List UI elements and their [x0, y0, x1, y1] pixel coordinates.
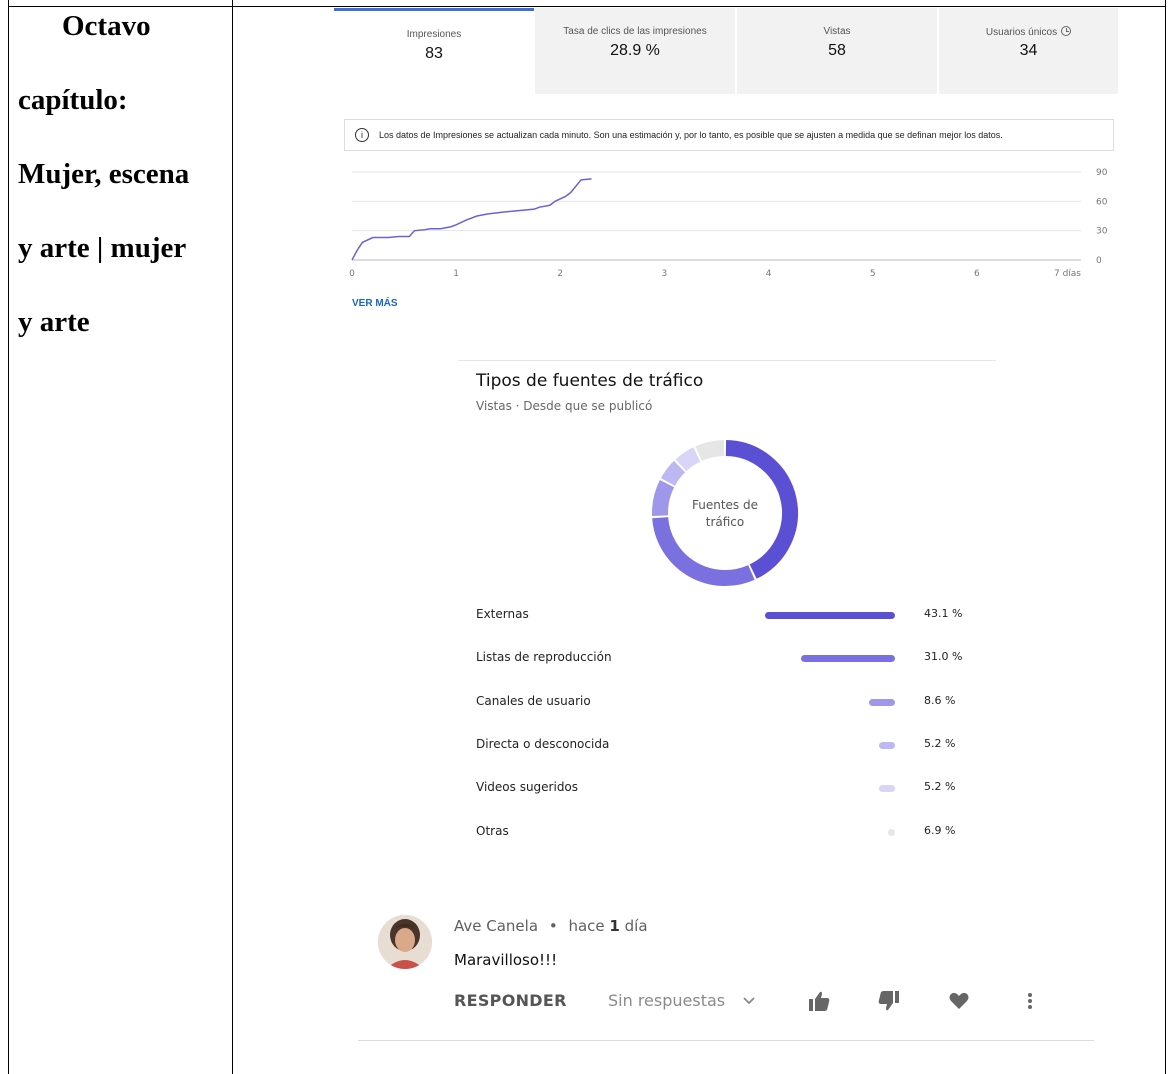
donut-center-label: Fuentes de tráfico: [676, 497, 774, 531]
comment-time[interactable]: hace 1 día: [568, 917, 647, 935]
traffic-source-row: Listas de reproducción 31.0 %: [476, 650, 966, 670]
source-name: Externas: [476, 607, 529, 621]
source-percent: 31.0 %: [924, 650, 963, 664]
info-icon: i: [355, 128, 369, 142]
tab-usuarios-unicos[interactable]: Usuarios únicos 34: [939, 8, 1118, 94]
metric-tabs: Impresiones 83 Tasa de clics de las impr…: [334, 8, 1118, 94]
comment: Ave Canela • hace 1 día Maravilloso!!! R…: [358, 912, 1098, 1052]
donut-slice: [675, 447, 701, 472]
impressions-line-chart: 0 30 60 90 0 1 2 3 4 5 6 7 días: [349, 168, 1108, 279]
time-unit: día: [624, 917, 648, 935]
x-tick-label: 0: [349, 269, 355, 279]
clock-icon: [1061, 26, 1072, 36]
x-tick-label: 1: [453, 269, 459, 279]
tab-value: 34: [1019, 42, 1038, 59]
comment-text: Maravilloso!!!: [454, 951, 558, 969]
table-border-right: [1165, 0, 1166, 1074]
x-tick-label: 3: [662, 269, 668, 279]
heart-icon[interactable]: [948, 990, 970, 1012]
more-vert-icon[interactable]: [1026, 990, 1034, 1012]
table-border-top: [8, 6, 1166, 7]
reply-button[interactable]: RESPONDER: [454, 991, 567, 1010]
source-bar: [765, 612, 895, 619]
source-bar: [879, 741, 895, 749]
see-more-link[interactable]: VER MÁS: [352, 298, 398, 309]
thumbs-up-icon[interactable]: [808, 990, 830, 1012]
thumbs-down-icon[interactable]: [878, 990, 900, 1012]
x-tick-label: 7 días: [1054, 269, 1081, 279]
comment-author[interactable]: Ave Canela: [454, 917, 538, 935]
source-name: Videos sugeridos: [476, 780, 579, 795]
impressions-notice: i Los datos de Impresiones se actualizan…: [344, 119, 1114, 151]
tab-label: Impresiones: [406, 29, 462, 40]
source-name: Otras: [476, 823, 509, 838]
tab-label: Vistas: [823, 26, 851, 37]
no-replies-toggle[interactable]: Sin respuestas: [608, 991, 725, 1010]
y-tick-label: 90: [1096, 168, 1108, 178]
tab-label: Usuarios únicos: [985, 27, 1058, 38]
source-name: Canales de usuario: [476, 693, 591, 708]
title-line-5: y arte: [18, 306, 90, 338]
source-name: Directa o desconocida: [476, 736, 610, 751]
source-bar: [869, 698, 895, 706]
x-tick-label: 4: [766, 269, 772, 279]
time-number: 1: [609, 917, 620, 935]
tab-value: 58: [828, 42, 846, 59]
avatar-image: [378, 915, 432, 969]
source-percent: 43.1 %: [924, 607, 963, 620]
x-tick-label: 6: [974, 269, 980, 279]
tab-ctr[interactable]: Tasa de clics de las impresiones 28.9 %: [535, 8, 735, 94]
source-percent: 5.2 %: [924, 736, 956, 750]
tab-impresiones[interactable]: Impresiones 83: [334, 8, 534, 94]
source-percent: 6.9 %: [924, 823, 956, 837]
avatar[interactable]: [378, 915, 432, 969]
title-line-3: Mujer, escena: [18, 158, 190, 190]
donut-label-line-1: Fuentes de: [692, 498, 758, 512]
traffic-source-row: Directa o desconocida 5.2 %: [476, 737, 966, 757]
donut-label-line-2: tráfico: [705, 515, 745, 529]
x-tick-label: 5: [870, 269, 876, 279]
separator-dot: •: [548, 917, 558, 935]
tab-value: 28.9 %: [610, 42, 660, 59]
tab-value: 83: [425, 45, 443, 62]
tab-label: Tasa de clics de las impresiones: [563, 26, 707, 37]
traffic-source-row: Videos sugeridos 5.2 %: [476, 780, 966, 800]
y-tick-label: 30: [1096, 227, 1108, 237]
traffic-source-row: Externas 43.1 %: [476, 607, 966, 627]
table-border-middle: [232, 0, 233, 1074]
y-tick-label: 60: [1096, 197, 1108, 207]
comment-meta: Ave Canela • hace 1 día: [454, 917, 648, 935]
tab-label-wrap: Usuarios únicos: [939, 26, 1118, 38]
title-line-2: capítulo:: [18, 84, 128, 116]
source-bar: [888, 828, 895, 836]
source-percent: 8.6 %: [924, 693, 956, 707]
x-tick-label: 2: [557, 269, 563, 279]
table-border-left: [8, 0, 9, 1074]
y-tick-label: 0: [1096, 256, 1102, 266]
tab-vistas[interactable]: Vistas 58: [737, 8, 937, 94]
series-line: [351, 178, 592, 261]
source-name: Listas de reproducción: [476, 650, 612, 665]
title-line-4: y arte | mujer: [18, 232, 187, 264]
section-divider: [458, 360, 996, 361]
notice-text: Los datos de Impresiones se actualizan c…: [379, 130, 1003, 140]
traffic-source-row: Otras 6.9 %: [476, 824, 966, 844]
time-prefix: hace: [568, 917, 605, 935]
source-bar: [879, 785, 895, 793]
donut-slice: [660, 460, 686, 486]
title-line-1: Octavo: [62, 10, 151, 42]
traffic-title: Tipos de fuentes de tráfico: [476, 371, 704, 391]
traffic-subtitle: Vistas · Desde que se publicó: [476, 399, 653, 413]
comment-divider: [358, 1040, 1094, 1041]
source-percent: 5.2 %: [924, 780, 956, 794]
traffic-source-row: Canales de usuario 8.6 %: [476, 694, 966, 714]
donut-slice: [695, 440, 725, 462]
source-bar: [801, 655, 895, 663]
chevron-down-icon[interactable]: [742, 996, 756, 1006]
donut-slice: [652, 480, 675, 517]
